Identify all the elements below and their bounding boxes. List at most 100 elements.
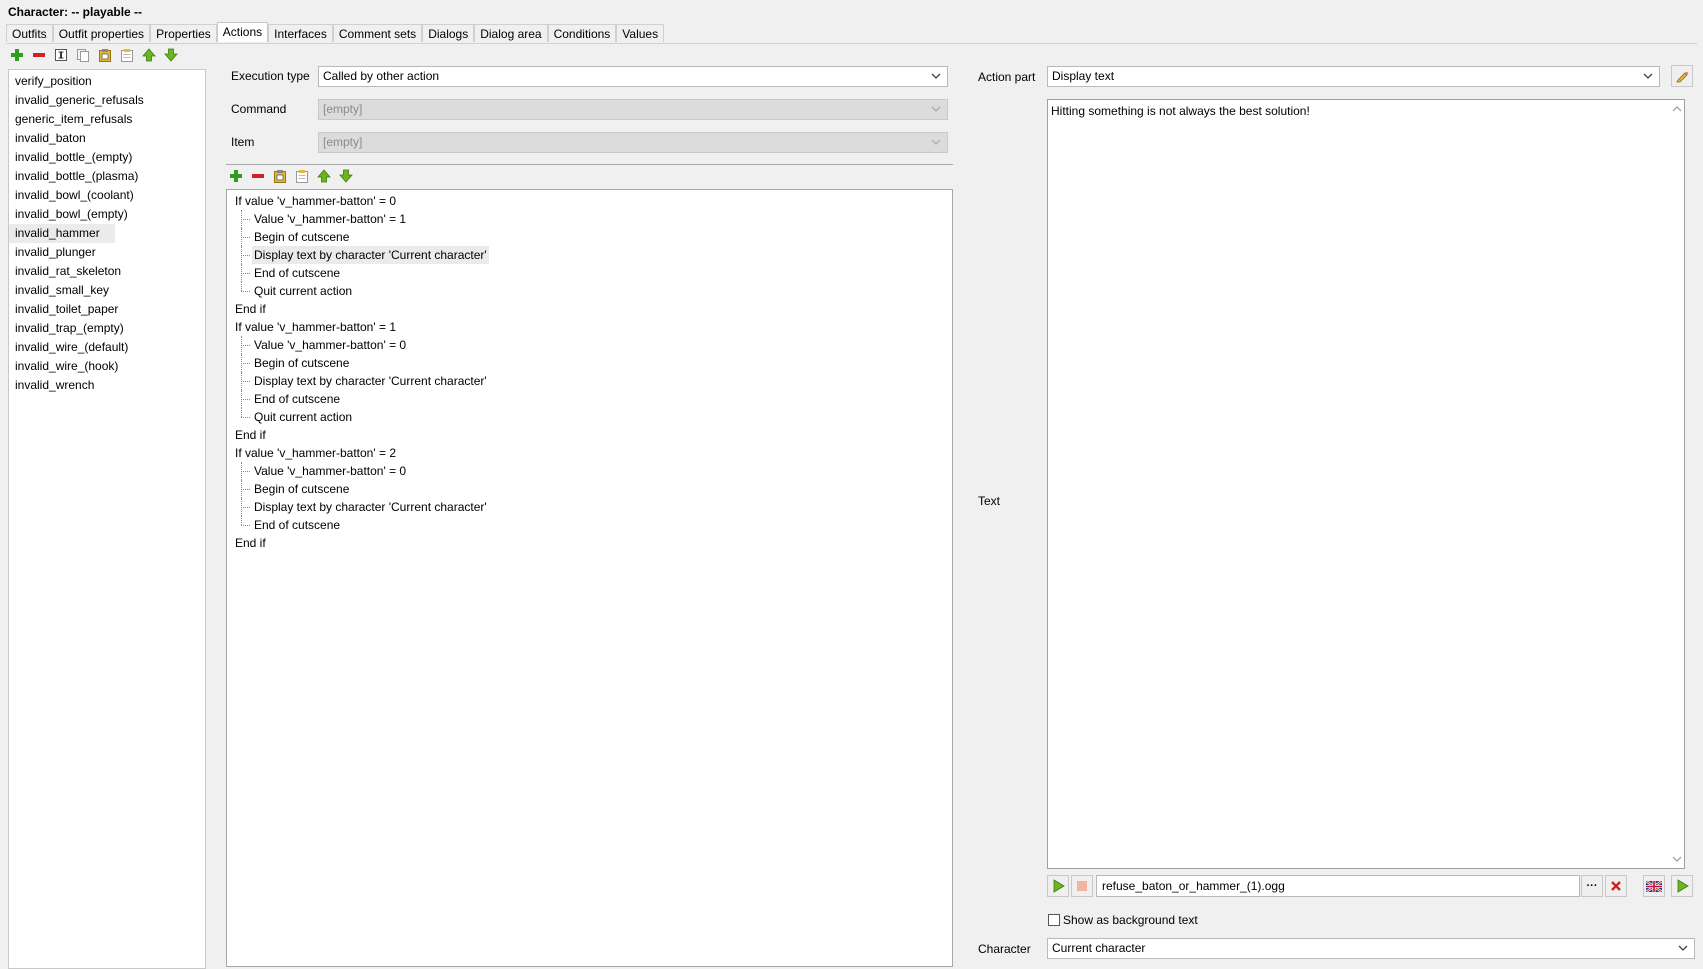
move-up-action-part-button[interactable]	[315, 167, 333, 185]
tree-row-label: Begin of cutscene	[254, 230, 350, 244]
audio-file-field[interactable]: refuse_baton_or_hammer_(1).ogg	[1096, 875, 1580, 897]
tab-dialogs[interactable]: Dialogs	[422, 24, 475, 42]
list-item[interactable]: invalid_trap_(empty)	[9, 319, 130, 338]
list-item[interactable]: invalid_bottle_(empty)	[9, 148, 138, 167]
background-text-checkbox[interactable]	[1048, 914, 1060, 926]
tree-row[interactable]: If value 'v_hammer-batton' = 2	[227, 444, 952, 462]
audio-file-value: refuse_baton_or_hammer_(1).ogg	[1102, 879, 1285, 893]
list-item[interactable]: verify_position	[9, 72, 98, 91]
tree-row[interactable]: If value 'v_hammer-batton' = 1	[227, 318, 952, 336]
remove-action-button[interactable]	[30, 46, 48, 64]
command-select: [empty]	[318, 99, 948, 120]
tree-row[interactable]: Quit current action	[227, 408, 952, 426]
action-parts-tree-rows: If value 'v_hammer-batton' = 0 Value 'v_…	[227, 190, 952, 552]
list-item[interactable]: generic_item_refusals	[9, 110, 138, 129]
tree-row[interactable]: Value 'v_hammer-batton' = 1	[227, 210, 952, 228]
tree-row[interactable]: Value 'v_hammer-batton' = 0	[227, 336, 952, 354]
tree-row[interactable]: Display text by character 'Current chara…	[227, 498, 952, 516]
tab-properties[interactable]: Properties	[150, 24, 217, 42]
window-title: Character: -- playable --	[8, 5, 143, 19]
clipboard-action-part-button[interactable]	[293, 167, 311, 185]
move-down-action-button[interactable]	[162, 46, 180, 64]
tab-dialog-area[interactable]: Dialog area	[474, 24, 548, 42]
actions-toolbar	[8, 46, 180, 64]
tree-row[interactable]: Begin of cutscene	[227, 354, 952, 372]
plus-icon	[11, 49, 23, 61]
action-parts-toolbar	[227, 167, 355, 185]
play-icon	[1053, 879, 1065, 893]
tree-row[interactable]: Begin of cutscene	[227, 480, 952, 498]
tab-outfits[interactable]: Outfits	[6, 24, 53, 42]
action-part-select[interactable]: Display text	[1047, 66, 1660, 87]
list-item[interactable]: invalid_toilet_paper	[9, 300, 124, 319]
clipboard-action-button[interactable]	[118, 46, 136, 64]
list-item[interactable]: invalid_bowl_(coolant)	[9, 186, 140, 205]
tree-row-label: If value 'v_hammer-batton' = 1	[235, 320, 396, 334]
list-item-selected[interactable]: invalid_hammer	[9, 224, 115, 243]
list-item[interactable]: invalid_wrench	[9, 376, 100, 395]
tab-values[interactable]: Values	[616, 24, 665, 42]
list-item[interactable]: invalid_wire_(default)	[9, 338, 134, 357]
close-icon	[1611, 881, 1621, 891]
paste-action-button[interactable]	[96, 46, 114, 64]
command-label: Command	[231, 102, 287, 116]
browse-audio-button[interactable]: ···	[1581, 875, 1603, 897]
add-action-part-button[interactable]	[227, 167, 245, 185]
tree-row[interactable]: End of cutscene	[227, 390, 952, 408]
list-item[interactable]: invalid_generic_refusals	[9, 91, 150, 110]
list-item[interactable]: invalid_wire_(hook)	[9, 357, 124, 376]
scroll-up-icon	[1672, 106, 1682, 112]
tree-row-label: End if	[235, 428, 266, 442]
move-down-action-part-button[interactable]	[337, 167, 355, 185]
tree-row[interactable]: Value 'v_hammer-batton' = 0	[227, 462, 952, 480]
play-audio-button[interactable]	[1047, 875, 1069, 897]
tree-row[interactable]: End if	[227, 300, 952, 318]
play-translation-button[interactable]	[1671, 875, 1693, 897]
tab-interfaces[interactable]: Interfaces	[268, 24, 333, 42]
list-item[interactable]: invalid_baton	[9, 129, 92, 148]
character-select[interactable]: Current character	[1047, 938, 1695, 959]
list-item[interactable]: invalid_rat_skeleton	[9, 262, 127, 281]
tab-actions[interactable]: Actions	[216, 22, 269, 42]
tree-row-label: Begin of cutscene	[254, 482, 350, 496]
language-flag-button[interactable]	[1643, 875, 1665, 897]
tree-row[interactable]: Begin of cutscene	[227, 228, 952, 246]
text-editor[interactable]: Hitting something is not always the best…	[1047, 99, 1685, 869]
text-editor-scrollbar[interactable]	[1670, 100, 1684, 868]
edit-action-part-button[interactable]	[1671, 65, 1693, 87]
list-item[interactable]: invalid_bowl_(empty)	[9, 205, 134, 224]
action-parts-tree[interactable]: If value 'v_hammer-batton' = 0 Value 'v_…	[226, 189, 953, 967]
tab-outfit-properties[interactable]: Outfit properties	[52, 24, 151, 42]
clear-audio-button[interactable]	[1605, 875, 1627, 897]
tree-row[interactable]: End if	[227, 534, 952, 552]
tree-row-label: If value 'v_hammer-batton' = 2	[235, 446, 396, 460]
actions-list[interactable]: verify_position invalid_generic_refusals…	[8, 69, 206, 969]
chevron-down-icon	[1643, 73, 1653, 79]
execution-type-value: Called by other action	[323, 69, 440, 83]
clipboard-icon	[296, 170, 308, 183]
list-item[interactable]: invalid_small_key	[9, 281, 115, 300]
rename-action-button[interactable]	[52, 46, 70, 64]
tab-conditions[interactable]: Conditions	[547, 24, 617, 42]
tree-row-label: Display text by character 'Current chara…	[254, 500, 487, 514]
tree-row[interactable]: Quit current action	[227, 282, 952, 300]
move-up-action-button[interactable]	[140, 46, 158, 64]
add-action-button[interactable]	[8, 46, 26, 64]
tab-comment-sets[interactable]: Comment sets	[332, 24, 423, 42]
stop-audio-button[interactable]	[1071, 875, 1093, 897]
list-item[interactable]: invalid_plunger	[9, 243, 102, 262]
remove-action-part-button[interactable]	[249, 167, 267, 185]
tree-row[interactable]: End of cutscene	[227, 264, 952, 282]
tree-row[interactable]: End if	[227, 426, 952, 444]
tree-row-label: Value 'v_hammer-batton' = 1	[254, 212, 407, 226]
list-item[interactable]: invalid_bottle_(plasma)	[9, 167, 144, 186]
tree-row-label: If value 'v_hammer-batton' = 0	[235, 194, 396, 208]
uk-flag-icon	[1646, 880, 1662, 892]
tree-row[interactable]: If value 'v_hammer-batton' = 0	[227, 192, 952, 210]
paste-action-part-button[interactable]	[271, 167, 289, 185]
copy-action-button[interactable]	[74, 46, 92, 64]
tree-row-selected[interactable]: Display text by character 'Current chara…	[227, 246, 952, 264]
tree-row[interactable]: End of cutscene	[227, 516, 952, 534]
tree-row[interactable]: Display text by character 'Current chara…	[227, 372, 952, 390]
execution-type-select[interactable]: Called by other action	[318, 66, 948, 87]
